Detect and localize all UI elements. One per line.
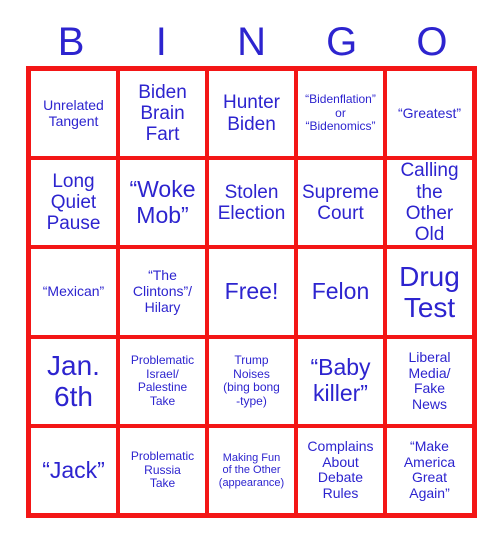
- cell-b2[interactable]: Long Quiet Pause: [31, 160, 116, 246]
- bingo-grid: Unrelated Tangent Biden Brain Fart Hunter …: [26, 66, 477, 518]
- bingo-cell-label: Drug Test: [399, 260, 460, 323]
- bingo-cell-label: “Greatest”: [397, 104, 461, 121]
- cell-b1[interactable]: Unrelated Tangent: [31, 71, 116, 157]
- cell-g4[interactable]: “Baby killer”: [298, 338, 383, 424]
- bingo-cell-label: “Bidenflation” or “Bidenomics”: [305, 92, 376, 134]
- cell-b4[interactable]: Jan. 6th: [31, 338, 116, 424]
- bingo-cell-label: Felon: [311, 278, 370, 305]
- bingo-cell-label: “Woke Mob”: [129, 176, 196, 228]
- bingo-cell-label: Hunter Biden: [222, 92, 281, 135]
- bingo-cell-label: Supreme Court: [301, 181, 380, 224]
- bingo-cell-label: Problematic Russia Take: [130, 449, 195, 491]
- cell-b5[interactable]: “Jack”: [31, 427, 116, 513]
- cell-n3-free[interactable]: Free!: [209, 249, 294, 335]
- cell-i4[interactable]: Problematic Israel/ Palestine Take: [120, 338, 205, 424]
- cell-g5[interactable]: Complains About Debate Rules: [298, 427, 383, 513]
- bingo-cell-label: “Make America Great Again”: [403, 438, 456, 502]
- cell-o2[interactable]: Calling the Other Old: [387, 160, 472, 246]
- bingo-cell-label: “Jack”: [42, 456, 105, 483]
- bingo-cell-label: Problematic Israel/ Palestine Take: [130, 353, 195, 408]
- header-letter-i: I: [155, 20, 167, 64]
- bingo-cell-label: Jan. 6th: [47, 349, 100, 413]
- header-letter-o: O: [416, 20, 448, 64]
- cell-n4[interactable]: Trump Noises (bing bong -type): [209, 338, 294, 424]
- cell-i5[interactable]: Problematic Russia Take: [120, 427, 205, 513]
- bingo-cell-label: “Mexican”: [42, 283, 105, 300]
- bingo-cell-label: Trump Noises (bing bong -type): [223, 353, 280, 408]
- cell-n5[interactable]: Making Fun of the Other (appearance): [209, 427, 294, 513]
- cell-i2[interactable]: “Woke Mob”: [120, 160, 205, 246]
- bingo-cell-label: Stolen Election: [217, 181, 286, 224]
- cell-o1[interactable]: “Greatest”: [387, 71, 472, 157]
- bingo-cell-label: Unrelated Tangent: [43, 96, 104, 129]
- bingo-cell-label: “The Clintons”/ Hilary: [132, 267, 193, 315]
- bingo-cell-label: Long Quiet Pause: [46, 170, 101, 235]
- header-letter-g: G: [326, 20, 358, 64]
- header-letter-b: B: [57, 20, 85, 64]
- cell-b3[interactable]: “Mexican”: [31, 249, 116, 335]
- bingo-cell-label: Biden Brain Fart: [138, 81, 187, 146]
- cell-g1[interactable]: “Bidenflation” or “Bidenomics”: [298, 71, 383, 157]
- cell-i3[interactable]: “The Clintons”/ Hilary: [120, 249, 205, 335]
- bingo-card: B I N G O Unrelated Tangent Biden Brain F…: [0, 0, 502, 544]
- cell-i1[interactable]: Biden Brain Fart: [120, 71, 205, 157]
- cell-o5[interactable]: “Make America Great Again”: [387, 427, 472, 513]
- bingo-cell-label: Making Fun of the Other (appearance): [218, 451, 285, 489]
- cell-n1[interactable]: Hunter Biden: [209, 71, 294, 157]
- bingo-cell-label: Calling the Other Old: [400, 160, 459, 246]
- cell-g2[interactable]: Supreme Court: [298, 160, 383, 246]
- bingo-cell-label: Free!: [224, 278, 279, 305]
- cell-o3[interactable]: Drug Test: [387, 249, 472, 335]
- header-letter-n: N: [237, 20, 266, 64]
- bingo-cell-label: Liberal Media/ Fake News: [408, 348, 451, 412]
- cell-n2[interactable]: Stolen Election: [209, 160, 294, 246]
- bingo-cell-label: “Baby killer”: [310, 354, 371, 407]
- cell-g3[interactable]: Felon: [298, 249, 383, 335]
- cell-o4[interactable]: Liberal Media/ Fake News: [387, 338, 472, 424]
- bingo-header: B I N G O: [26, 18, 477, 66]
- bingo-cell-label: Complains About Debate Rules: [307, 438, 374, 502]
